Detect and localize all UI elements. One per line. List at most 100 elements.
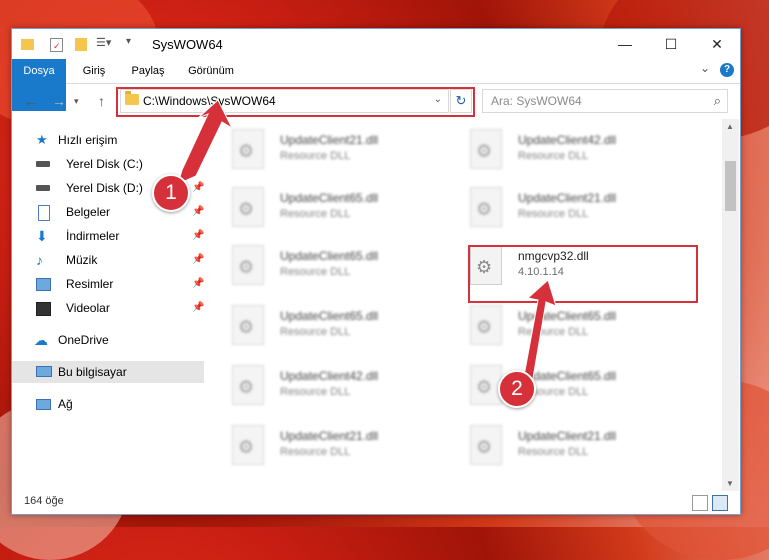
forward-icon[interactable]: → bbox=[52, 93, 66, 109]
properties-icon[interactable]: ✓ bbox=[50, 38, 63, 52]
file-description: Resource DLL bbox=[518, 446, 589, 458]
file-description: Resource DLL bbox=[518, 208, 589, 220]
list-item[interactable]: ⚙ UpdateClient65.dll Resource DLL bbox=[450, 299, 680, 351]
file-description: Resource DLL bbox=[518, 326, 589, 338]
search-input[interactable]: Ara: SysWOW64 ⌕ bbox=[482, 89, 728, 113]
explorer-window: ✓ ☰▾ ▾ SysWOW64 — ☐ ✕ Dosya Giriş Paylaş… bbox=[11, 28, 741, 515]
step-marker-2: 2 bbox=[498, 370, 536, 408]
up-icon[interactable]: ↑ bbox=[98, 93, 105, 109]
pin-icon: 📌 bbox=[192, 254, 205, 265]
scroll-down-icon[interactable]: ▼ bbox=[726, 479, 734, 488]
list-item[interactable]: ⚙ UpdateClient65.dll Resource DLL bbox=[212, 181, 442, 233]
sidebar-item-network[interactable]: Ağ bbox=[12, 393, 204, 415]
vertical-scrollbar[interactable]: ▲ ▼ bbox=[722, 119, 739, 491]
recent-dropdown-icon[interactable]: ▾ bbox=[74, 96, 79, 107]
list-item[interactable]: ⚙ UpdateClient42.dll Resource DLL bbox=[450, 123, 680, 175]
file-name: UpdateClient65.dll bbox=[280, 191, 379, 205]
music-icon: ♪ bbox=[36, 252, 43, 268]
pin-icon: 📌 bbox=[192, 206, 205, 217]
file-description: Resource DLL bbox=[280, 446, 351, 458]
list-item[interactable]: ⚙ UpdateClient21.dll Resource DLL bbox=[212, 419, 442, 471]
sidebar-item-videos[interactable]: Videolar 📌 bbox=[12, 297, 204, 319]
customize-toolbar-icon[interactable]: ☰▾ bbox=[96, 36, 112, 52]
sidebar-item-this-pc[interactable]: Bu bilgisayar bbox=[12, 361, 204, 383]
status-bar: 164 öğe bbox=[12, 492, 740, 514]
drive-icon bbox=[36, 157, 50, 171]
qa-dropdown-icon[interactable]: ▾ bbox=[126, 36, 142, 52]
file-name: UpdateClient42.dll bbox=[280, 369, 379, 383]
list-item[interactable]: ⚙ UpdateClient65.dll Resource DLL bbox=[450, 359, 680, 411]
sidebar-item-onedrive[interactable]: ☁ OneDrive bbox=[12, 329, 204, 351]
tab-view[interactable]: Görünüm bbox=[178, 59, 244, 83]
dll-file-icon: ⚙ bbox=[232, 305, 264, 345]
sidebar-item-label: Belgeler bbox=[66, 205, 111, 219]
dll-file-icon: ⚙ bbox=[232, 187, 264, 227]
tab-share[interactable]: Paylaş bbox=[122, 59, 174, 83]
scrollbar-thumb[interactable] bbox=[725, 161, 736, 211]
sidebar-item-local-disk-c[interactable]: Yerel Disk (C:) 📌 bbox=[12, 153, 204, 175]
star-icon: ★ bbox=[36, 132, 48, 147]
file-description: Resource DLL bbox=[280, 150, 351, 162]
pin-icon: 📌 bbox=[192, 158, 205, 169]
network-icon bbox=[36, 397, 51, 411]
list-item[interactable]: ⚙ UpdateClient21.dll Resource DLL bbox=[450, 419, 680, 471]
file-description: Resource DLL bbox=[280, 326, 351, 338]
ribbon-expand-icon[interactable]: ⌄ bbox=[700, 61, 710, 75]
close-button[interactable]: ✕ bbox=[694, 29, 740, 59]
dll-file-icon: ⚙ bbox=[232, 245, 264, 285]
help-icon[interactable]: ? bbox=[720, 63, 734, 77]
file-description: Resource DLL bbox=[280, 386, 351, 398]
tab-home[interactable]: Giriş bbox=[70, 59, 118, 83]
search-placeholder: Ara: SysWOW64 bbox=[491, 94, 582, 108]
list-item[interactable]: ⚙ UpdateClient21.dll Resource DLL bbox=[450, 181, 680, 233]
drive-icon bbox=[36, 181, 50, 195]
dll-file-icon: ⚙ bbox=[470, 365, 502, 405]
list-item[interactable]: ⚙ UpdateClient21.dll Resource DLL bbox=[212, 123, 442, 175]
minimize-button[interactable]: — bbox=[602, 29, 648, 59]
folder-icon bbox=[20, 36, 36, 52]
documents-icon bbox=[36, 205, 50, 221]
sidebar-item-label: Yerel Disk (C:) bbox=[66, 157, 143, 171]
details-view-icon[interactable] bbox=[692, 495, 708, 511]
file-description: Resource DLL bbox=[280, 208, 351, 220]
pin-icon: 📌 bbox=[192, 230, 205, 241]
file-name: UpdateClient65.dll bbox=[518, 309, 617, 323]
sidebar-item-quick-access[interactable]: ★ Hızlı erişim bbox=[12, 129, 204, 151]
sidebar-item-label: Ağ bbox=[58, 397, 73, 411]
sidebar-item-label: Resimler bbox=[66, 277, 114, 291]
dll-file-icon: ⚙ bbox=[470, 305, 502, 345]
sidebar-item-downloads[interactable]: ⬇ İndirmeler 📌 bbox=[12, 225, 204, 247]
sidebar-item-label: OneDrive bbox=[58, 333, 109, 347]
file-description: Resource DLL bbox=[280, 266, 351, 278]
new-folder-icon[interactable] bbox=[74, 36, 90, 52]
sidebar-item-label: Videolar bbox=[66, 301, 110, 315]
file-name: UpdateClient42.dll bbox=[518, 133, 617, 147]
dll-file-icon: ⚙ bbox=[470, 425, 502, 465]
scroll-up-icon[interactable]: ▲ bbox=[726, 122, 734, 131]
search-icon: ⌕ bbox=[713, 93, 721, 108]
list-item[interactable]: ⚙ UpdateClient65.dll Resource DLL bbox=[212, 299, 442, 351]
sidebar-item-music[interactable]: ♪ Müzik 📌 bbox=[12, 249, 204, 271]
dll-file-icon: ⚙ bbox=[470, 187, 502, 227]
file-name: UpdateClient21.dll bbox=[280, 429, 379, 443]
sidebar-item-label: Müzik bbox=[66, 253, 98, 267]
step-marker-1: 1 bbox=[152, 174, 190, 212]
dll-file-icon: ⚙ bbox=[232, 425, 264, 465]
dll-file-icon: ⚙ bbox=[470, 129, 502, 169]
maximize-button[interactable]: ☐ bbox=[648, 29, 694, 59]
large-icons-view-icon[interactable] bbox=[712, 495, 728, 511]
back-icon[interactable]: ← bbox=[24, 93, 38, 109]
file-description: Resource DLL bbox=[518, 150, 589, 162]
file-highlight-box bbox=[468, 245, 698, 303]
list-item[interactable]: ⚙ UpdateClient42.dll Resource DLL bbox=[212, 359, 442, 411]
sidebar-item-label: Bu bilgisayar bbox=[58, 365, 127, 379]
list-item[interactable]: ⚙ UpdateClient65.dll Resource DLL bbox=[212, 239, 442, 291]
sidebar-item-label: İndirmeler bbox=[66, 229, 120, 243]
file-name: UpdateClient21.dll bbox=[280, 133, 379, 147]
sidebar-item-label: Hızlı erişim bbox=[58, 133, 118, 147]
cloud-icon: ☁ bbox=[34, 332, 48, 348]
ribbon-tabs: Dosya Giriş Paylaş Görünüm ⌄ ? bbox=[12, 59, 740, 111]
computer-icon bbox=[36, 365, 52, 379]
sidebar-item-pictures[interactable]: Resimler 📌 bbox=[12, 273, 204, 295]
pin-icon: 📌 bbox=[192, 278, 205, 289]
